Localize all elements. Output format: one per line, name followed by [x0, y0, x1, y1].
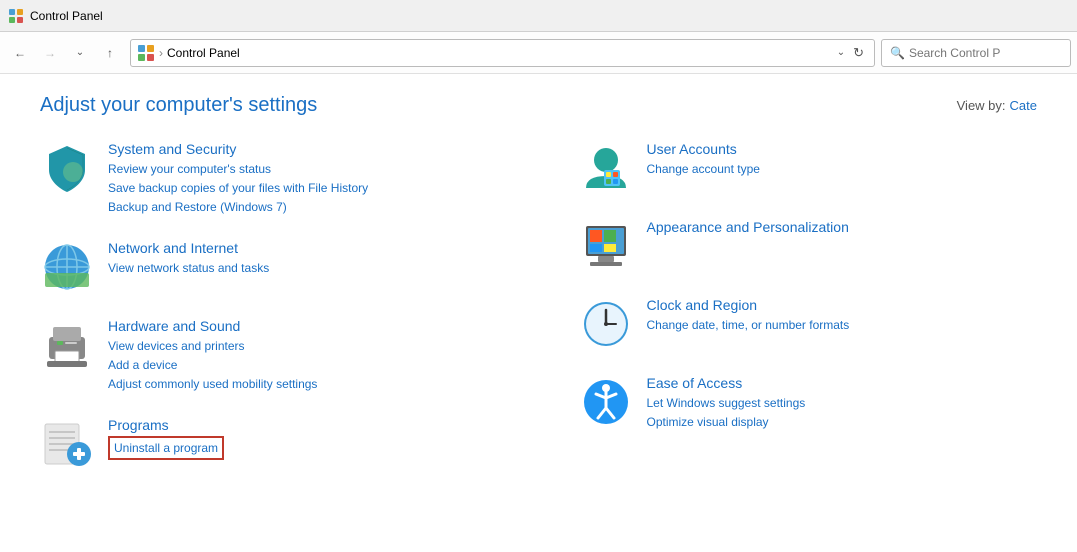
hardware-link-3[interactable]: Adjust commonly used mobility settings [108, 375, 317, 393]
title-bar-icon [8, 8, 24, 24]
clock-link-1[interactable]: Change date, time, or number formats [647, 316, 850, 334]
page-title: Adjust your computer's settings [40, 94, 317, 117]
user-accounts-links: Change account type [647, 160, 760, 178]
search-input[interactable] [909, 46, 1062, 60]
hardware-content: Hardware and Sound View devices and prin… [108, 318, 317, 393]
ease-access-link-1[interactable]: Let Windows suggest settings [647, 394, 806, 412]
forward-button[interactable]: → [36, 39, 64, 67]
category-appearance: Appearance and Personalization [579, 219, 1038, 273]
address-bar-text: Control Panel [167, 46, 833, 60]
clock-icon [579, 297, 633, 351]
search-icon: 🔍 [890, 46, 905, 60]
hardware-title[interactable]: Hardware and Sound [108, 318, 317, 334]
right-column: User Accounts Change account type [579, 141, 1038, 495]
network-link-1[interactable]: View network status and tasks [108, 259, 269, 277]
programs-content: Programs Uninstall a program [108, 417, 224, 460]
category-user-accounts: User Accounts Change account type [579, 141, 1038, 195]
page-header: Adjust your computer's settings View by:… [40, 94, 1037, 117]
network-icon [40, 240, 94, 294]
category-programs: Programs Uninstall a program [40, 417, 499, 471]
category-hardware: Hardware and Sound View devices and prin… [40, 318, 499, 393]
left-column: System and Security Review your computer… [40, 141, 499, 495]
system-security-title[interactable]: System and Security [108, 141, 368, 157]
clock-title[interactable]: Clock and Region [647, 297, 850, 313]
programs-links: Uninstall a program [108, 436, 224, 460]
address-bar-icon [137, 44, 155, 62]
user-accounts-title[interactable]: User Accounts [647, 141, 760, 157]
category-system-security: System and Security Review your computer… [40, 141, 499, 216]
ease-access-content: Ease of Access Let Windows suggest setti… [647, 375, 806, 431]
category-ease-access: Ease of Access Let Windows suggest setti… [579, 375, 1038, 431]
hardware-link-1[interactable]: View devices and printers [108, 337, 317, 355]
recent-button[interactable]: ⌄ [66, 39, 94, 67]
system-security-link-2[interactable]: Save backup copies of your files with Fi… [108, 179, 368, 197]
clock-content: Clock and Region Change date, time, or n… [647, 297, 850, 334]
categories-grid: System and Security Review your computer… [40, 141, 1037, 495]
hardware-icon [40, 318, 94, 372]
ease-access-icon [579, 375, 633, 429]
title-bar: Control Panel [0, 0, 1077, 32]
title-bar-title: Control Panel [30, 9, 103, 23]
ease-access-title[interactable]: Ease of Access [647, 375, 806, 391]
network-title[interactable]: Network and Internet [108, 240, 269, 256]
view-by: View by: Cate [957, 98, 1037, 113]
programs-icon [40, 417, 94, 471]
appearance-title[interactable]: Appearance and Personalization [647, 219, 849, 235]
up-button[interactable]: ↑ [96, 39, 124, 67]
user-accounts-icon [579, 141, 633, 195]
programs-uninstall-link[interactable]: Uninstall a program [108, 436, 224, 460]
appearance-content: Appearance and Personalization [647, 219, 849, 238]
system-security-link-1[interactable]: Review your computer's status [108, 160, 368, 178]
ease-access-link-2[interactable]: Optimize visual display [647, 413, 806, 431]
content-area: Adjust your computer's settings View by:… [0, 74, 1077, 552]
clock-links: Change date, time, or number formats [647, 316, 850, 334]
hardware-link-2[interactable]: Add a device [108, 356, 317, 374]
user-accounts-content: User Accounts Change account type [647, 141, 760, 178]
address-chevron[interactable]: ⌄ [833, 47, 849, 58]
nav-bar: ← → ⌄ ↑ › Control Panel ⌄ ↻ 🔍 [0, 32, 1077, 74]
user-accounts-link-1[interactable]: Change account type [647, 160, 760, 178]
view-by-value[interactable]: Cate [1010, 98, 1037, 113]
system-security-links: Review your computer's status Save backu… [108, 160, 368, 216]
ease-access-links: Let Windows suggest settings Optimize vi… [647, 394, 806, 431]
refresh-button[interactable]: ↻ [849, 45, 868, 61]
system-security-link-3[interactable]: Backup and Restore (Windows 7) [108, 198, 368, 216]
network-links: View network status and tasks [108, 259, 269, 277]
search-box[interactable]: 🔍 [881, 39, 1071, 67]
hardware-links: View devices and printers Add a device A… [108, 337, 317, 393]
appearance-icon [579, 219, 633, 273]
category-clock: Clock and Region Change date, time, or n… [579, 297, 1038, 351]
view-by-label: View by: [957, 98, 1006, 113]
system-security-icon [40, 141, 94, 195]
category-network: Network and Internet View network status… [40, 240, 499, 294]
network-content: Network and Internet View network status… [108, 240, 269, 277]
back-button[interactable]: ← [6, 39, 34, 67]
system-security-content: System and Security Review your computer… [108, 141, 368, 216]
address-bar[interactable]: › Control Panel ⌄ ↻ [130, 39, 875, 67]
programs-title[interactable]: Programs [108, 417, 224, 433]
